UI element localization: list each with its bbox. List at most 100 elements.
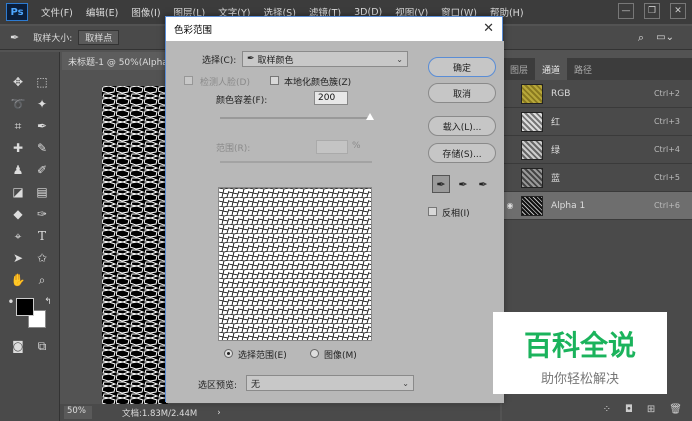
add-to-sample-icon[interactable]: ✒: [454, 175, 472, 193]
detect-faces-label: 检测人脸(D): [200, 78, 250, 88]
fuzziness-slider-knob[interactable]: [366, 113, 374, 120]
swap-colors-icon[interactable]: ↰: [38, 292, 58, 312]
restore-button[interactable]: ❐: [644, 3, 660, 19]
eraser-tool-icon[interactable]: ◪: [8, 182, 28, 202]
eyedropper-icon[interactable]: ✒: [432, 175, 450, 193]
detect-faces-checkbox[interactable]: [184, 76, 193, 85]
zoom-tool-icon[interactable]: ⌕: [32, 270, 52, 290]
channel-name: RGB: [551, 88, 571, 99]
range-input[interactable]: [316, 140, 348, 154]
status-arrow-icon[interactable]: ›: [217, 408, 220, 418]
image-radio[interactable]: [310, 349, 319, 358]
type-tool-icon[interactable]: T: [32, 226, 52, 246]
watermark-subtitle: 助你轻松解决: [540, 372, 619, 387]
screen-mode-icon[interactable]: ⧉: [32, 336, 52, 356]
document-info: 文档:1.83M/2.44M: [122, 408, 198, 419]
channel-row-red[interactable]: 红 Ctrl+3: [503, 108, 692, 136]
sample-size-select[interactable]: 取样点: [78, 30, 120, 45]
magic-wand-tool-icon[interactable]: ✦: [32, 94, 52, 114]
load-button[interactable]: 载入(L)...: [428, 116, 496, 136]
new-channel-icon[interactable]: ⊞: [647, 404, 655, 415]
channel-thumbnail: [521, 167, 543, 188]
channel-row-blue[interactable]: 蓝 Ctrl+5: [503, 164, 692, 192]
brush-tool-icon[interactable]: ✎: [32, 138, 52, 158]
blur-tool-icon[interactable]: ◆: [8, 204, 28, 224]
eye-icon[interactable]: ◉: [503, 201, 517, 210]
channel-shortcut: Ctrl+2: [653, 89, 680, 98]
photoshop-logo: Ps: [6, 3, 28, 21]
dialog-title-bar: 色彩范围 ✕: [166, 17, 502, 41]
panel-footer: ⁘ ◘ ⊞ 🗑: [502, 398, 692, 421]
sample-size-label: 取样大小:: [33, 34, 73, 44]
tab-channels[interactable]: 通道: [535, 58, 568, 80]
fuzziness-input[interactable]: 200: [314, 91, 348, 105]
chevron-down-icon: ⌄: [396, 54, 403, 64]
marquee-tool-icon[interactable]: ⬚: [32, 72, 52, 92]
gradient-tool-icon[interactable]: ▤: [32, 182, 52, 202]
save-button[interactable]: 存储(S)...: [428, 143, 496, 163]
stamp-tool-icon[interactable]: ♟: [8, 160, 28, 180]
search-icon[interactable]: ⌕: [638, 31, 644, 45]
invert-checkbox[interactable]: [428, 207, 437, 216]
menu-image[interactable]: 图像(I): [131, 5, 160, 19]
channel-row-alpha[interactable]: ◉ Alpha 1 Ctrl+6: [503, 192, 692, 220]
image-radio-label: 图像(M): [324, 351, 357, 361]
tab-layers[interactable]: 图层: [503, 58, 535, 80]
channel-thumbnail: [521, 111, 543, 132]
eyedropper-tool-icon[interactable]: ✒: [10, 31, 19, 44]
channel-name: Alpha 1: [551, 200, 586, 211]
zoom-level[interactable]: 50%: [64, 406, 92, 419]
subtract-from-sample-icon[interactable]: ✒: [474, 175, 492, 193]
select-label: 选择(C):: [202, 56, 237, 66]
menu-edit[interactable]: 编辑(E): [86, 5, 118, 19]
select-dropdown[interactable]: ✒ 取样颜色 ⌄: [242, 51, 408, 67]
selection-preview-dropdown[interactable]: 无 ⌄: [246, 375, 414, 391]
pen-tool-icon[interactable]: ✑: [32, 204, 52, 224]
minimize-button[interactable]: —: [618, 3, 634, 19]
close-icon[interactable]: ✕: [483, 21, 494, 36]
selection-preview: [218, 187, 372, 341]
crop-tool-icon[interactable]: ⌗: [8, 116, 28, 136]
quick-mask-icon[interactable]: ◙: [8, 336, 28, 356]
eyedropper-icon[interactable]: ✒: [32, 116, 52, 136]
dialog-body: 选择(C): ✒ 取样颜色 ⌄ 检测人脸(D) 本地化颜色簇(Z) 颜色容差(F…: [166, 41, 504, 403]
color-range-dialog: 色彩范围 ✕ 选择(C): ✒ 取样颜色 ⌄ 检测人脸(D) 本地化颜色簇(Z)…: [165, 16, 504, 403]
channel-name: 绿: [551, 146, 561, 156]
history-brush-icon[interactable]: ✐: [32, 160, 52, 180]
document-canvas[interactable]: [102, 86, 168, 404]
healing-tool-icon[interactable]: ✚: [8, 138, 28, 158]
selection-radio-label: 选择范围(E): [238, 351, 287, 361]
channel-name: 蓝: [551, 174, 561, 184]
range-label: 范围(R):: [216, 144, 251, 154]
channel-thumbnail: [521, 195, 543, 216]
save-selection-icon[interactable]: ◘: [625, 404, 633, 415]
hand-tool-icon[interactable]: ✋: [8, 270, 28, 290]
close-window-button[interactable]: ✕: [670, 3, 686, 19]
ok-button[interactable]: 确定: [428, 57, 496, 77]
channel-row-green[interactable]: 绿 Ctrl+4: [503, 136, 692, 164]
toolbox: ✥ ⬚ ➰ ✦ ⌗ ✒ ✚ ✎ ♟ ✐ ◪ ▤ ◆ ✑ ⌖ T ➤ ✩ ✋ ⌕ …: [0, 52, 60, 421]
channel-shortcut: Ctrl+4: [653, 145, 680, 154]
path-selection-icon[interactable]: ⌖: [8, 226, 28, 246]
fuzziness-slider[interactable]: [220, 117, 372, 119]
foreground-color-swatch[interactable]: [16, 298, 34, 316]
localized-clusters-checkbox[interactable]: [270, 76, 279, 85]
channel-name: 红: [551, 118, 561, 128]
cancel-button[interactable]: 取消: [428, 83, 496, 103]
workspace-icon[interactable]: ▭⌄: [656, 32, 674, 43]
mosaic-canvas-image: [102, 86, 168, 404]
tab-paths[interactable]: 路径: [567, 58, 599, 80]
menu-file[interactable]: 文件(F): [41, 5, 73, 19]
trash-icon[interactable]: 🗑: [669, 404, 682, 415]
lasso-tool-icon[interactable]: ➰: [8, 94, 28, 114]
channel-row-rgb[interactable]: RGB Ctrl+2: [503, 80, 692, 108]
invert-label: 反相(I): [442, 209, 470, 219]
load-selection-icon[interactable]: ⁘: [603, 404, 611, 415]
document-tab[interactable]: 未标题-1 @ 50%(Alpha...: [62, 52, 182, 70]
direct-selection-icon[interactable]: ➤: [8, 248, 28, 268]
shape-tool-icon[interactable]: ✩: [32, 248, 52, 268]
selection-radio[interactable]: [224, 349, 233, 358]
move-tool-icon[interactable]: ✥: [8, 72, 28, 92]
watermark-title: 百科全说: [523, 329, 636, 362]
channel-shortcut: Ctrl+5: [653, 173, 680, 182]
